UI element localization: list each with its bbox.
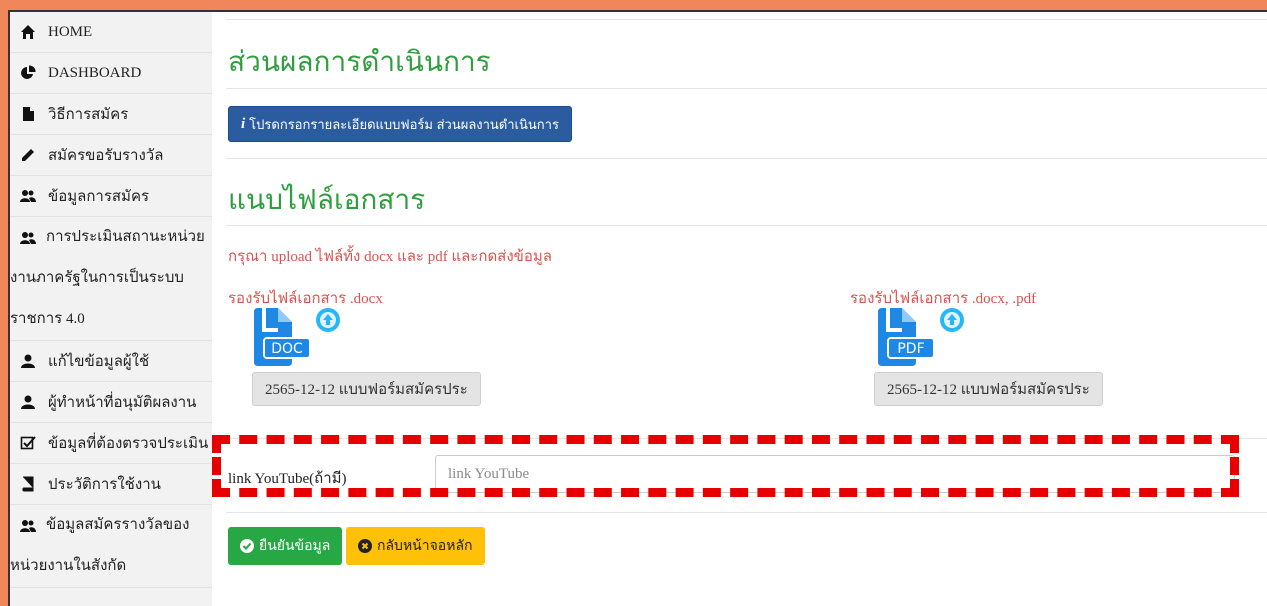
check-circle-icon <box>240 539 254 553</box>
pie-chart-icon <box>20 65 38 81</box>
upload-note: กรุณา upload ไฟล์ทั้ง docx และ pdf และกด… <box>228 249 553 265</box>
section-title: ส่วนผลการดำเนินการ <box>228 47 491 78</box>
docx-upload[interactable]: DOC <box>252 308 342 370</box>
pdf-file-icon[interactable]: PDF <box>876 308 966 370</box>
svg-text:PDF: PDF <box>897 341 924 357</box>
info-button[interactable]: i โปรดกรอกรายละเอียดแบบฟอร์ม ส่วนผลงานดำ… <box>228 106 572 142</box>
file-icon <box>20 106 38 122</box>
sidebar-item-label-cont: หน่วยงานในสังกัด <box>10 558 127 574</box>
book-icon <box>20 476 38 492</box>
pdf-upload[interactable]: PDF <box>876 308 966 370</box>
sidebar-item-apply-award[interactable]: สมัครขอรับรางวัล <box>10 135 212 176</box>
docx-file-button[interactable]: 2565-12-12 แบบฟอร์มสมัครประ <box>252 372 481 406</box>
sidebar-item-application-info[interactable]: ข้อมูลการสมัคร <box>10 176 212 217</box>
divider <box>226 158 1267 159</box>
sidebar-item-label: การประเมินสถานะหน่วย <box>46 229 205 245</box>
pdf-file-button[interactable]: 2565-12-12 แบบฟอร์มสมัครประ <box>874 372 1103 406</box>
sidebar-item-label: แก้ไขข้อมูลผู้ใช้ <box>48 354 150 370</box>
info-icon: i <box>241 115 246 132</box>
divider <box>226 225 1267 226</box>
main-content: ส่วนผลการดำเนินการ i โปรดกรอกรายละเอียดแ… <box>212 12 1267 606</box>
sidebar-item-label: ประวัติการใช้งาน <box>48 477 161 493</box>
sidebar-item-label: ข้อมูลการสมัคร <box>48 189 150 205</box>
info-button-label: โปรดกรอกรายละเอียดแบบฟอร์ม ส่วนผลงานดำเน… <box>249 116 559 132</box>
pdf-label: รองรับไฟล์เอกสาร .docx, .pdf <box>850 291 1037 307</box>
sidebar-item-dashboard[interactable]: DASHBOARD <box>10 53 212 94</box>
users-icon <box>20 518 38 534</box>
back-button[interactable]: กลับหน้าจอหลัก <box>346 527 485 565</box>
sidebar-item-label-cont: ราชการ 4.0 <box>10 311 85 327</box>
divider <box>226 19 1267 20</box>
pencil-icon <box>20 147 38 163</box>
attach-title: แนบไฟล์เอกสาร <box>228 185 426 216</box>
users-icon <box>20 230 38 246</box>
users-icon <box>20 188 38 204</box>
sidebar-item-label: สมัครขอรับรางวัล <box>48 148 164 164</box>
sidebar-item-how-to-apply[interactable]: วิธีการสมัคร <box>10 94 212 135</box>
user-icon <box>20 394 38 410</box>
sidebar: HOME DASHBOARD วิธีการสมัคร สมัครขอรับรา… <box>10 12 212 606</box>
sidebar-item-to-evaluate[interactable]: ข้อมูลที่ต้องตรวจประเมิน <box>10 423 212 464</box>
sidebar-item-home[interactable]: HOME <box>10 12 212 53</box>
sidebar-item-history[interactable]: ประวัติการใช้งาน <box>10 464 212 505</box>
user-icon <box>20 353 38 369</box>
sidebar-item-approvers[interactable]: ผู้ทำหน้าที่อนุมัติผลงาน <box>10 382 212 423</box>
home-icon <box>20 24 38 40</box>
sidebar-item-label: HOME <box>48 23 93 40</box>
close-circle-icon <box>358 539 372 553</box>
sidebar-item-label: ผู้ทำหน้าที่อนุมัติผลงาน <box>48 395 197 411</box>
sidebar-item-label: ข้อมูลที่ต้องตรวจประเมิน <box>48 436 209 452</box>
docx-label: รองรับไฟล์เอกสาร .docx <box>228 291 383 307</box>
docx-file-icon[interactable]: DOC <box>252 308 342 370</box>
divider <box>226 88 1267 89</box>
app-frame: HOME DASHBOARD วิธีการสมัคร สมัครขอรับรา… <box>8 10 1267 606</box>
svg-text:DOC: DOC <box>271 341 303 357</box>
divider <box>226 512 1267 513</box>
sidebar-item-edit-user[interactable]: แก้ไขข้อมูลผู้ใช้ <box>10 341 212 382</box>
sidebar-item-label: DASHBOARD <box>48 64 142 81</box>
back-button-label: กลับหน้าจอหลัก <box>377 537 473 553</box>
confirm-button-label: ยืนยันข้อมูล <box>259 537 331 553</box>
highlight-box <box>212 435 1239 497</box>
confirm-button[interactable]: ยืนยันข้อมูล <box>228 527 343 565</box>
sidebar-item-affiliated-units[interactable]: ข้อมูลสมัครรางวัลของ หน่วยงานในสังกัด <box>10 505 212 588</box>
sidebar-item-label: วิธีการสมัคร <box>48 107 129 123</box>
checkbox-icon <box>20 435 38 451</box>
sidebar-item-label: ข้อมูลสมัครรางวัลของ <box>46 517 190 533</box>
sidebar-item-label-cont: งานภาครัฐในการเป็นระบบ <box>10 270 184 286</box>
sidebar-item-gov-assessment[interactable]: การประเมินสถานะหน่วย งานภาครัฐในการเป็นร… <box>10 217 212 341</box>
